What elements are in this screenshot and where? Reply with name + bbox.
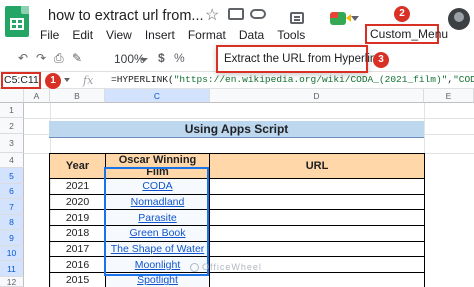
table-row: 2015 Spotlight — [49, 272, 425, 287]
table-row: 2021 CODA — [49, 178, 425, 195]
cell-url[interactable] — [209, 272, 425, 287]
meet-icon[interactable] — [330, 12, 351, 25]
watermark-text: OfficeWheel — [202, 262, 262, 272]
cell-url[interactable] — [209, 209, 425, 227]
gridline — [24, 118, 474, 119]
table-row: 2017 The Shape of Water — [49, 240, 425, 258]
row-header-11[interactable]: 11 — [0, 261, 24, 277]
move-folder-icon[interactable] — [228, 8, 244, 20]
column-header-d[interactable]: D — [210, 89, 424, 103]
fx-icon: fx — [83, 74, 94, 87]
row-header-12[interactable]: 12 — [0, 277, 24, 287]
cell-url[interactable] — [209, 178, 425, 195]
menu-view[interactable]: View — [106, 28, 132, 44]
menu-file[interactable]: File — [40, 28, 59, 44]
header-url[interactable]: URL — [209, 153, 425, 179]
menu-bar: File Edit View Insert Format Data Tools — [40, 28, 318, 44]
sheets-logo-icon[interactable] — [5, 6, 29, 37]
column-header-b[interactable]: B — [50, 89, 105, 103]
callout-2: 2 — [394, 6, 410, 22]
chevron-down-icon[interactable] — [64, 78, 70, 82]
avatar[interactable] — [448, 8, 470, 30]
undo-icon[interactable]: ↶ — [18, 51, 28, 65]
formula-url-arg: "https://en.wikipedia.org/wiki/CODA_(202… — [173, 74, 448, 85]
header-year[interactable]: Year — [49, 153, 106, 179]
section-banner[interactable]: Using Apps Script — [49, 121, 424, 138]
cell-year[interactable]: 2017 — [49, 240, 106, 258]
header-film[interactable]: Oscar Winning Film — [105, 153, 210, 179]
custom-menu-dropdown-item[interactable]: Extract the URL from Hyperlink — [216, 45, 382, 73]
watermark-logo-icon — [190, 263, 199, 273]
table-row: 2018 Green Book — [49, 225, 425, 242]
chevron-down-icon[interactable] — [140, 58, 148, 62]
table-header-row: Year Oscar Winning Film URL — [49, 153, 425, 179]
row-header-1[interactable]: 1 — [0, 103, 24, 118]
paint-format-icon[interactable]: ✎ — [72, 51, 82, 65]
formula-function: =HYPERLINK( — [111, 74, 174, 85]
cell-url[interactable] — [209, 240, 425, 258]
comment-history-icon[interactable] — [290, 12, 304, 24]
cloud-status-icon[interactable] — [250, 9, 266, 19]
cell-film-link[interactable]: Nomadland — [105, 193, 210, 211]
callout-1: 1 — [45, 73, 61, 89]
chevron-down-icon[interactable] — [351, 16, 359, 21]
menu-data[interactable]: Data — [239, 28, 264, 44]
menu-insert[interactable]: Insert — [145, 28, 175, 44]
cell-year[interactable]: 2019 — [49, 209, 106, 227]
menu-format[interactable]: Format — [188, 28, 226, 44]
cell-year[interactable]: 2015 — [49, 272, 106, 287]
menu-tools[interactable]: Tools — [277, 28, 305, 44]
column-header-e[interactable]: E — [424, 89, 474, 103]
watermark: OfficeWheel — [190, 262, 262, 273]
cell-year[interactable]: 2018 — [49, 225, 106, 242]
formula-input[interactable]: =HYPERLINK("https://en.wikipedia.org/wik… — [111, 74, 474, 85]
star-icon[interactable]: ☆ — [205, 5, 219, 25]
cell-film-link[interactable]: CODA — [105, 178, 210, 195]
column-header-a[interactable]: A — [24, 89, 50, 103]
cell-year[interactable]: 2016 — [49, 256, 106, 274]
custom-menu[interactable]: Custom_Menu — [365, 24, 448, 44]
cell-year[interactable]: 2021 — [49, 178, 106, 195]
cell-year[interactable]: 2020 — [49, 193, 106, 211]
cell-film-link[interactable]: Green Book — [105, 225, 210, 242]
cell-url[interactable] — [209, 193, 425, 211]
select-all-corner[interactable] — [0, 89, 24, 103]
redo-icon[interactable]: ↷ — [36, 51, 46, 65]
row-header-2[interactable]: 2 — [0, 118, 24, 134]
row-header-7[interactable]: 7 — [0, 199, 24, 215]
table-row: 2020 Nomadland — [49, 193, 425, 211]
column-header-c[interactable]: C — [105, 89, 210, 103]
table-row: 2019 Parasite — [49, 209, 425, 227]
row-header-10[interactable]: 10 — [0, 246, 24, 261]
percent-icon[interactable]: % — [174, 51, 185, 65]
row-header-8[interactable]: 8 — [0, 215, 24, 230]
row-header-3[interactable]: 3 — [0, 134, 24, 153]
document-title[interactable]: how to extract url from... — [48, 8, 204, 24]
row-header-4[interactable]: 4 — [0, 153, 24, 168]
menu-edit[interactable]: Edit — [72, 28, 93, 44]
callout-3: 3 — [373, 52, 389, 68]
row-header-6[interactable]: 6 — [0, 184, 24, 199]
cell-film-link[interactable]: Parasite — [105, 209, 210, 227]
cell-url[interactable] — [209, 225, 425, 242]
formula-bar: C5:C11 fx =HYPERLINK("https://en.wikiped… — [0, 71, 474, 89]
name-box[interactable]: C5:C11 — [1, 72, 41, 89]
cell-film-link[interactable]: Spotlight — [105, 272, 210, 287]
row-header-5[interactable]: 5 — [0, 168, 24, 184]
print-icon[interactable]: ⎙ — [54, 51, 64, 66]
row-header-9[interactable]: 9 — [0, 230, 24, 246]
cell-film-link[interactable]: The Shape of Water — [105, 240, 210, 258]
formula-text-arg: "CODA" — [453, 74, 474, 85]
currency-icon[interactable]: $ — [158, 51, 165, 65]
